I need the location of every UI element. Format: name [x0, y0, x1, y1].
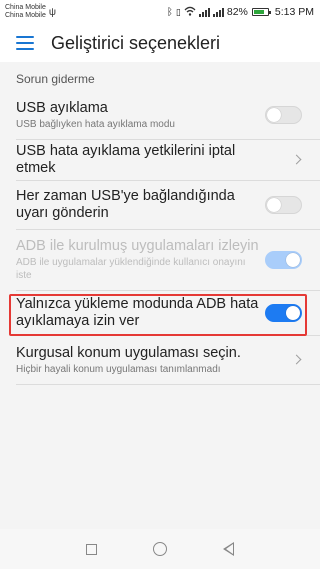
setting-subtitle: ADB ile uygulamalar yüklendiğinde kullan… — [16, 257, 246, 281]
section-header: Sorun giderme — [0, 67, 320, 91]
setting-title: USB hata ayıklama yetkilerini iptal etme… — [16, 143, 236, 176]
setting-subtitle: Hiçbir hayali konum uygulaması tanımlanm… — [16, 363, 221, 375]
wifi-icon — [184, 6, 196, 19]
signal-icon-1 — [198, 7, 210, 17]
adb-charge-only-toggle[interactable] — [265, 304, 302, 322]
setting-revoke-usb-auth[interactable]: USB hata ayıklama yetkilerini iptal etme… — [0, 140, 320, 180]
setting-title: USB ayıklama — [16, 99, 108, 116]
setting-title: Yalnızca yükleme modunda ADB hata ayıkla… — [16, 296, 259, 329]
carrier-2: China Mobile — [5, 12, 46, 19]
setting-verify-adb-apps: ADB ile kurulmuş uygulamaları izleyin AD… — [0, 230, 320, 290]
chevron-right-icon — [291, 354, 302, 365]
setting-title: Kurgusal konum uygulaması seçin. — [16, 344, 241, 361]
setting-title: ADB ile kurulmuş uygulamaları izleyin — [16, 238, 259, 254]
menu-icon[interactable] — [16, 36, 34, 50]
battery-percent: 82% — [226, 6, 248, 18]
status-icons: ᛒ ▯ 82% 5:13 PM — [167, 0, 314, 24]
verify-adb-apps-toggle — [265, 251, 302, 269]
navigation-bar — [0, 529, 320, 569]
chevron-right-icon — [291, 154, 302, 165]
signal-icon-2 — [212, 7, 224, 17]
setting-subtitle: USB bağlıyken hata ayıklama modu — [16, 118, 175, 130]
home-icon[interactable] — [153, 542, 167, 556]
clock: 5:13 PM — [274, 6, 314, 18]
settings-list: USB ayıklama USB bağlıyken hata ayıklama… — [0, 91, 320, 385]
app-bar: Geliştirici seçenekleri — [0, 24, 320, 62]
carrier-info: China Mobile China Mobile — [5, 4, 46, 21]
carrier-1: China Mobile — [5, 3, 46, 11]
back-icon[interactable] — [223, 542, 234, 556]
recents-icon[interactable] — [86, 543, 97, 555]
setting-usb-connect-warning[interactable]: Her zaman USB'ye bağlandığında uyarı gön… — [0, 181, 320, 229]
page-title: Geliştirici seçenekleri — [51, 32, 221, 53]
status-bar: China Mobile China Mobile ψ ᛒ ▯ 82% 5:13… — [0, 0, 320, 24]
usb-icon: ψ — [48, 6, 56, 18]
setting-adb-charge-only[interactable]: Yalnızca yükleme modunda ADB hata ayıkla… — [0, 291, 320, 335]
vibrate-icon: ▯ — [175, 6, 181, 17]
usb-connect-warning-toggle[interactable] — [265, 196, 302, 214]
setting-usb-debugging[interactable]: USB ayıklama USB bağlıyken hata ayıklama… — [0, 91, 320, 139]
usb-debugging-toggle[interactable] — [265, 106, 302, 124]
setting-mock-location-app[interactable]: Kurgusal konum uygulaması seçin. Hiçbir … — [0, 336, 320, 384]
battery-icon — [251, 8, 271, 16]
divider — [16, 384, 320, 385]
bluetooth-icon: ᛒ — [166, 6, 173, 18]
setting-title: Her zaman USB'ye bağlandığında uyarı gön… — [16, 188, 235, 221]
